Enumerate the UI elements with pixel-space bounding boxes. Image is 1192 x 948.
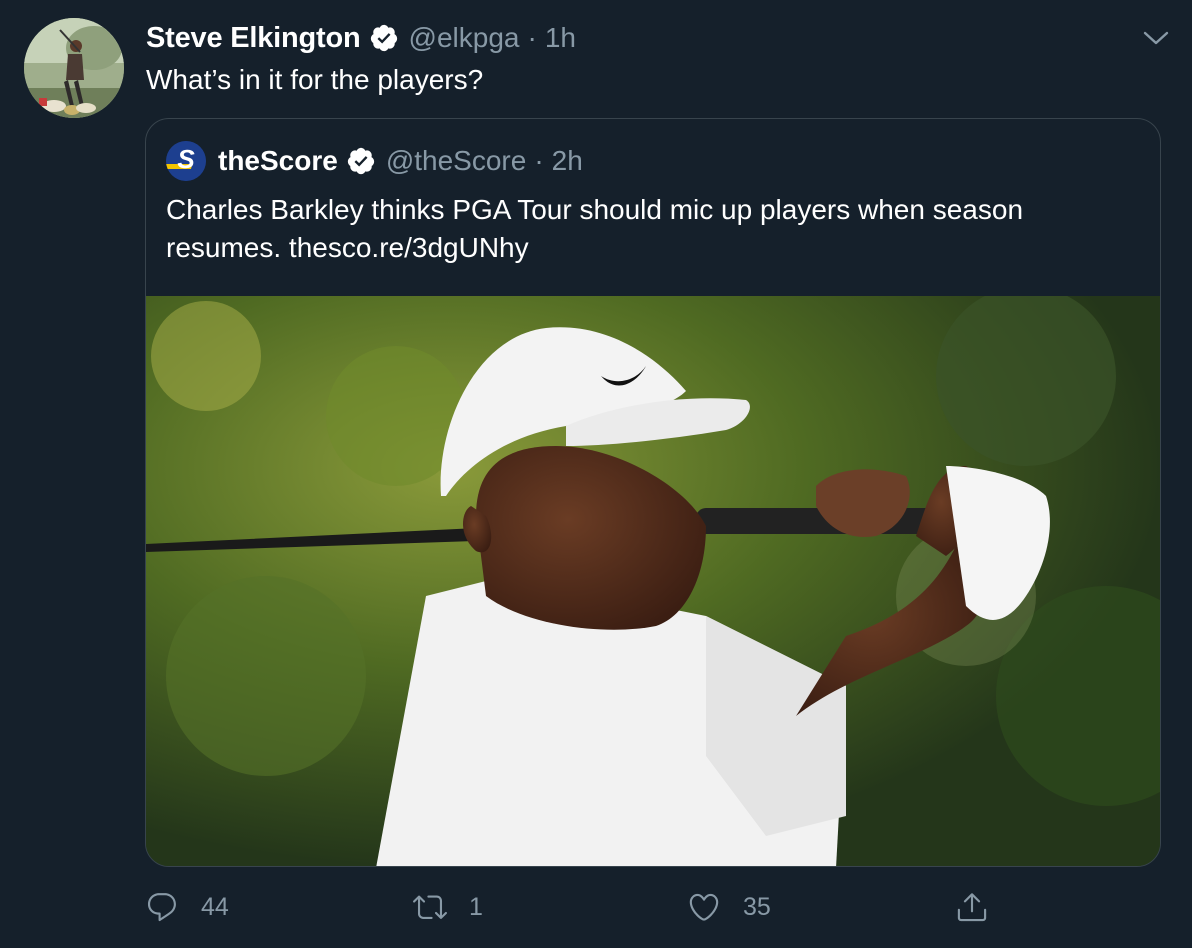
reply-count: 44 — [201, 892, 229, 921]
reply-button[interactable]: 44 — [145, 885, 229, 929]
thescore-logo-icon: S — [166, 141, 206, 181]
golfer-photo — [146, 296, 1160, 866]
separator-dot: · — [534, 145, 544, 176]
reply-icon — [147, 893, 176, 922]
share-icon — [957, 893, 987, 922]
author-handle[interactable]: @elkpga — [409, 22, 520, 54]
like-button[interactable]: 35 — [687, 885, 771, 929]
tweet-header: Steve Elkington @elkpga · 1h — [146, 18, 576, 58]
chevron-down-icon — [1143, 31, 1169, 45]
quoted-author-display-name: theScore — [218, 145, 338, 176]
heart-icon — [689, 893, 719, 921]
quoted-tweet-timestamp: 2h — [551, 145, 583, 176]
tweet-actions: 44 1 35 — [145, 885, 1161, 929]
retweet-button[interactable]: 1 — [413, 885, 483, 929]
tweet[interactable]: Steve Elkington @elkpga · 1h What’s in i… — [0, 0, 1192, 948]
quoted-tweet-text: Charles Barkley thinks PGA Tour should m… — [166, 194, 1024, 263]
verified-badge-icon — [369, 23, 399, 53]
quoted-tweet[interactable]: S theScore @theScore · 2h Charles Barkle… — [145, 118, 1161, 867]
quoted-author-avatar: S — [166, 141, 206, 181]
retweet-count: 1 — [469, 892, 483, 921]
like-count: 35 — [743, 892, 771, 921]
retweet-icon — [413, 895, 447, 919]
svg-text:S: S — [177, 144, 195, 174]
tweet-text: What’s in it for the players? — [146, 64, 484, 95]
separator-dot: · — [527, 22, 537, 53]
share-button[interactable] — [955, 885, 1011, 929]
quoted-tweet-header: S theScore @theScore · 2h — [166, 139, 583, 183]
author-avatar[interactable] — [24, 18, 124, 118]
verified-badge-icon — [346, 146, 376, 176]
more-options-button[interactable] — [1140, 24, 1172, 52]
quoted-tweet-photo[interactable] — [146, 296, 1160, 866]
author-display-name[interactable]: Steve Elkington — [146, 22, 361, 55]
tweet-timestamp[interactable]: 1h — [545, 22, 576, 54]
quoted-author-handle: @theScore — [385, 145, 527, 176]
golfer-avatar-icon — [24, 18, 124, 118]
